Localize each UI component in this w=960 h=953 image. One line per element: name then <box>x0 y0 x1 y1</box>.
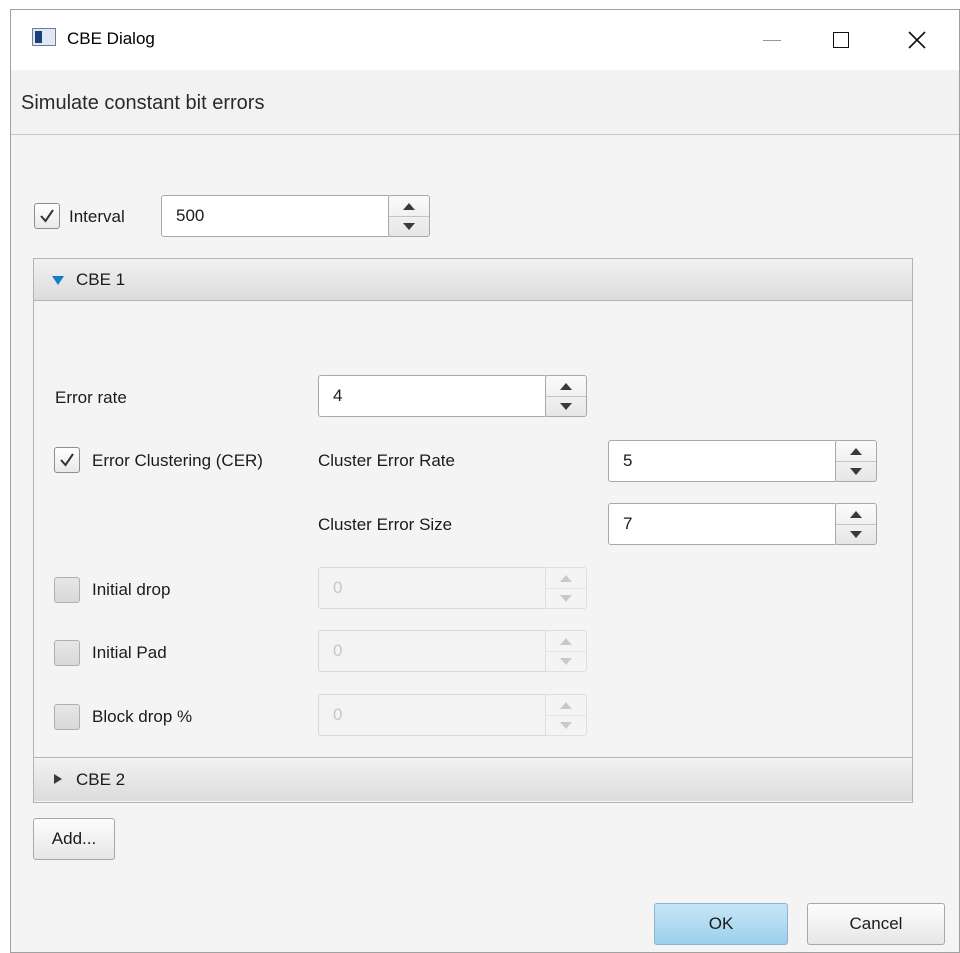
initial-pad-input[interactable]: 0 <box>318 630 548 672</box>
error-rate-value: 4 <box>333 386 343 405</box>
cluster-error-size-label: Cluster Error Size <box>318 515 453 534</box>
collapsed-arrow-icon <box>54 774 62 784</box>
ok-button[interactable]: OK <box>654 903 788 945</box>
arrow-up-icon <box>850 510 862 518</box>
error-rate-label: Error rate <box>55 388 127 407</box>
checkmark-icon <box>40 209 54 223</box>
initial-drop-decrement[interactable] <box>546 588 586 608</box>
pane-header-cbe2[interactable]: CBE 2 <box>34 759 912 801</box>
arrow-down-icon <box>560 594 572 602</box>
interval-spinner[interactable] <box>388 195 430 237</box>
block-drop-label: Block drop % <box>92 707 193 726</box>
initial-drop-checkbox[interactable] <box>54 577 80 603</box>
initial-pad-decrement[interactable] <box>546 651 586 671</box>
cluster-error-size-value: 7 <box>623 514 633 533</box>
arrow-up-icon <box>403 202 415 210</box>
cancel-button[interactable]: Cancel <box>807 903 945 945</box>
block-drop-decrement[interactable] <box>546 715 586 735</box>
initial-drop-value: 0 <box>333 578 343 597</box>
initial-drop-increment[interactable] <box>546 568 586 589</box>
initial-pad-increment[interactable] <box>546 631 586 652</box>
cluster-error-rate-value: 5 <box>623 451 633 470</box>
initial-drop-label: Initial drop <box>92 580 171 599</box>
cluster-error-rate-increment[interactable] <box>836 441 876 462</box>
dialog-window: CBE Dialog Simulate constant bit errors … <box>10 9 960 953</box>
pane-header-cbe1[interactable]: CBE 1 <box>34 259 912 301</box>
pane-body-cbe1: Error rate 4 Error Clustering (CER) Clus… <box>34 301 912 758</box>
cbe-accordion: CBE 1 Error rate 4 Error Clustering (CER… <box>33 258 913 803</box>
cluster-error-size-spinner[interactable] <box>835 503 877 545</box>
pane-title-cbe2: CBE 2 <box>76 770 126 789</box>
interval-decrement[interactable] <box>389 216 429 236</box>
maximize-button[interactable] <box>813 10 869 70</box>
window-title: CBE Dialog <box>67 29 155 48</box>
initial-drop-spinner[interactable] <box>545 567 587 609</box>
interval-label: Interval <box>69 207 125 226</box>
arrow-down-icon <box>560 402 572 410</box>
arrow-up-icon <box>850 447 862 455</box>
initial-pad-value: 0 <box>333 641 343 660</box>
cluster-error-rate-input[interactable]: 5 <box>608 440 838 482</box>
cluster-error-rate-spinner[interactable] <box>835 440 877 482</box>
app-icon <box>32 28 56 46</box>
maximize-icon <box>833 32 849 48</box>
block-drop-input[interactable]: 0 <box>318 694 548 736</box>
initial-pad-spinner[interactable] <box>545 630 587 672</box>
cluster-error-size-increment[interactable] <box>836 504 876 525</box>
error-rate-spinner[interactable] <box>545 375 587 417</box>
initial-pad-label: Initial Pad <box>92 643 167 662</box>
interval-increment[interactable] <box>389 196 429 217</box>
interval-value: 500 <box>176 206 205 225</box>
cluster-error-size-decrement[interactable] <box>836 524 876 544</box>
block-drop-value: 0 <box>333 705 343 724</box>
header-text: Simulate constant bit errors <box>21 92 265 114</box>
arrow-down-icon <box>850 530 862 538</box>
minimize-button[interactable] <box>744 10 800 70</box>
arrow-down-icon <box>560 657 572 665</box>
arrow-up-icon <box>560 574 572 582</box>
cluster-error-rate-label: Cluster Error Rate <box>318 451 455 470</box>
block-drop-checkbox[interactable] <box>54 704 80 730</box>
close-icon <box>908 31 926 49</box>
arrow-down-icon <box>850 467 862 475</box>
arrow-down-icon <box>403 222 415 230</box>
cluster-error-size-input[interactable]: 7 <box>608 503 838 545</box>
checkmark-icon <box>60 453 74 467</box>
minimize-icon <box>763 39 781 41</box>
block-drop-spinner[interactable] <box>545 694 587 736</box>
interval-checkbox[interactable] <box>34 203 60 229</box>
initial-drop-input[interactable]: 0 <box>318 567 548 609</box>
error-rate-increment[interactable] <box>546 376 586 397</box>
block-drop-increment[interactable] <box>546 695 586 716</box>
interval-input[interactable]: 500 <box>161 195 391 237</box>
expanded-arrow-icon <box>52 276 64 285</box>
arrow-up-icon <box>560 701 572 709</box>
initial-pad-checkbox[interactable] <box>54 640 80 666</box>
title-bar[interactable]: CBE Dialog <box>11 10 959 70</box>
arrow-up-icon <box>560 382 572 390</box>
pane-title-cbe1: CBE 1 <box>76 270 126 289</box>
add-button[interactable]: Add... <box>33 818 115 860</box>
cluster-error-rate-decrement[interactable] <box>836 461 876 481</box>
error-rate-decrement[interactable] <box>546 396 586 416</box>
dialog-header: Simulate constant bit errors <box>11 70 959 135</box>
arrow-up-icon <box>560 637 572 645</box>
error-clustering-checkbox[interactable] <box>54 447 80 473</box>
arrow-down-icon <box>560 721 572 729</box>
error-clustering-label: Error Clustering (CER) <box>92 451 263 470</box>
close-button[interactable] <box>889 10 945 70</box>
error-rate-input[interactable]: 4 <box>318 375 548 417</box>
